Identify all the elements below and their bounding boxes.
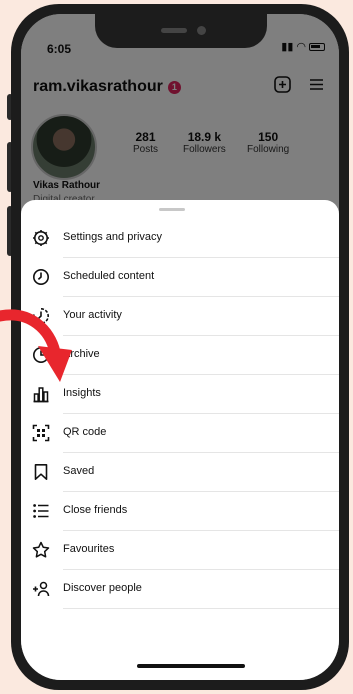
menu-item-label: Scheduled content bbox=[63, 257, 339, 297]
menu-item-label: Your activity bbox=[63, 296, 339, 336]
menu-item-close-friends[interactable]: Close friends bbox=[21, 491, 339, 531]
sheet-drag-handle[interactable] bbox=[159, 208, 185, 211]
front-camera bbox=[197, 26, 206, 35]
clock-icon bbox=[31, 267, 51, 287]
bookmark-icon bbox=[31, 462, 51, 482]
menu-item-label: Archive bbox=[63, 335, 339, 375]
menu-item-settings-and-privacy[interactable]: Settings and privacy bbox=[21, 218, 339, 258]
menu-item-saved[interactable]: Saved bbox=[21, 452, 339, 492]
menu-item-discover-people[interactable]: Discover people bbox=[21, 569, 339, 609]
menu-item-label: QR code bbox=[63, 413, 339, 453]
red-pointer-arrow bbox=[0, 309, 72, 382]
menu-item-favourites[interactable]: Favourites bbox=[21, 530, 339, 570]
menu-item-qr-code[interactable]: QR code bbox=[21, 413, 339, 453]
menu-bottom-sheet: Settings and privacy Scheduled content Y… bbox=[21, 200, 339, 680]
qr-code-icon bbox=[31, 423, 51, 443]
menu-list: Settings and privacy Scheduled content Y… bbox=[21, 218, 339, 609]
speaker bbox=[161, 28, 187, 33]
menu-item-label: Saved bbox=[63, 452, 339, 492]
menu-item-label: Favourites bbox=[63, 530, 339, 570]
menu-item-label: Close friends bbox=[63, 491, 339, 531]
close-friends-list-icon bbox=[31, 501, 51, 521]
star-icon bbox=[31, 540, 51, 560]
add-person-icon bbox=[31, 579, 51, 599]
menu-item-label: Discover people bbox=[63, 569, 339, 609]
phone-notch bbox=[95, 14, 267, 48]
menu-item-label: Insights bbox=[63, 374, 339, 414]
menu-item-label: Settings and privacy bbox=[63, 218, 339, 258]
settings-gear-icon bbox=[31, 228, 51, 248]
home-indicator[interactable] bbox=[137, 664, 245, 668]
